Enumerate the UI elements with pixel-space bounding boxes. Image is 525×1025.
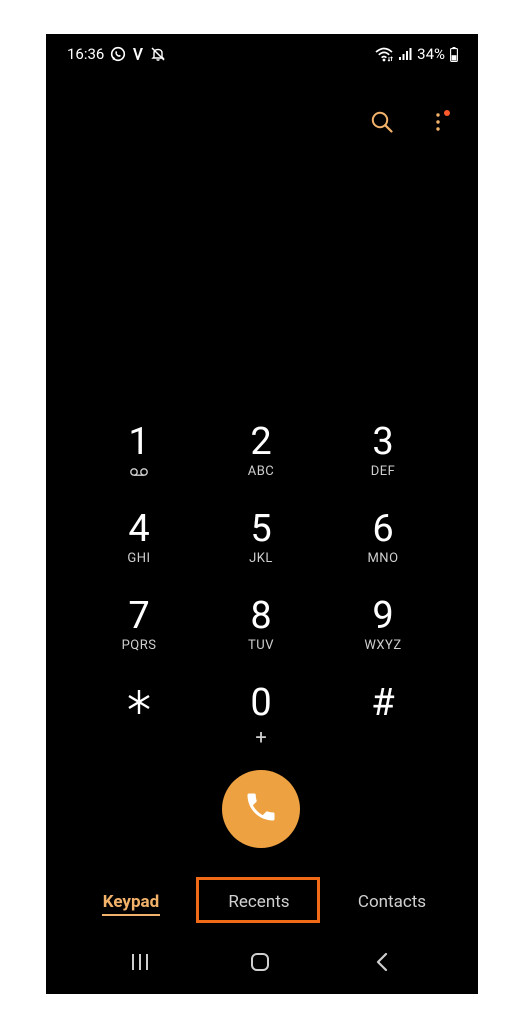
key-digit: 8 bbox=[250, 594, 272, 638]
key-digit: 4 bbox=[128, 507, 150, 551]
key-letters: ABC bbox=[247, 464, 275, 479]
key-6[interactable]: 6 MNO bbox=[322, 507, 444, 594]
key-digit: 9 bbox=[372, 594, 394, 638]
key-letters: PQRS bbox=[121, 638, 157, 653]
phone-icon bbox=[243, 789, 279, 829]
key-digit: 0 bbox=[250, 681, 272, 725]
back-icon bbox=[375, 952, 389, 976]
key-digit: 5 bbox=[250, 507, 272, 551]
recent-apps-icon bbox=[130, 953, 150, 975]
more-vertical-icon bbox=[435, 111, 441, 137]
key-hash[interactable]: # bbox=[322, 681, 444, 768]
key-star[interactable] bbox=[78, 681, 200, 768]
key-digit: 2 bbox=[250, 420, 272, 464]
notification-dot bbox=[444, 110, 450, 116]
key-letters: GHI bbox=[127, 551, 151, 566]
tab-label: Contacts bbox=[357, 892, 427, 912]
active-tab-indicator bbox=[102, 914, 160, 916]
key-3[interactable]: 3 DEF bbox=[322, 420, 444, 507]
home-icon bbox=[250, 952, 270, 976]
viber-icon bbox=[132, 46, 144, 62]
home-button[interactable] bbox=[240, 952, 280, 976]
key-digit: # bbox=[371, 681, 395, 725]
status-left: 16:36 bbox=[67, 45, 166, 63]
key-digit: 1 bbox=[128, 420, 150, 464]
key-letters: WXYZ bbox=[364, 638, 402, 653]
key-7[interactable]: 7 PQRS bbox=[78, 594, 200, 681]
key-letters: MNO bbox=[367, 551, 399, 566]
key-digit: 3 bbox=[372, 420, 394, 464]
key-2[interactable]: 2 ABC bbox=[200, 420, 322, 507]
back-button[interactable] bbox=[362, 952, 402, 976]
key-9[interactable]: 9 WXYZ bbox=[322, 594, 444, 681]
tab-label: Recents bbox=[228, 892, 290, 912]
tab-contacts[interactable]: Contacts bbox=[342, 882, 442, 922]
key-4[interactable]: 4 GHI bbox=[78, 507, 200, 594]
top-actions bbox=[368, 110, 452, 138]
key-8[interactable]: 8 TUV bbox=[200, 594, 322, 681]
key-digit: 6 bbox=[372, 507, 394, 551]
status-bar: 16:36 34% bbox=[46, 34, 478, 74]
key-letters: TUV bbox=[248, 638, 274, 653]
star-icon bbox=[127, 681, 151, 725]
search-button[interactable] bbox=[368, 110, 396, 138]
battery-percent: 34% bbox=[417, 45, 445, 63]
voicemail-icon bbox=[129, 464, 149, 480]
key-plus: + bbox=[255, 725, 267, 749]
key-letters: DEF bbox=[370, 464, 396, 479]
key-digit: 7 bbox=[128, 594, 150, 638]
status-right: 34% bbox=[375, 45, 458, 63]
key-1[interactable]: 1 bbox=[78, 420, 200, 507]
signal-icon bbox=[398, 47, 412, 61]
status-time: 16:36 bbox=[67, 45, 105, 63]
mute-icon bbox=[150, 46, 166, 62]
call-button[interactable] bbox=[222, 770, 300, 848]
key-letters: JKL bbox=[249, 551, 273, 566]
key-5[interactable]: 5 JKL bbox=[200, 507, 322, 594]
wifi-icon bbox=[375, 46, 393, 62]
navigation-bar bbox=[46, 944, 478, 984]
tab-keypad[interactable]: Keypad bbox=[90, 882, 172, 922]
whatsapp-icon bbox=[110, 46, 126, 62]
tab-label: Keypad bbox=[102, 892, 160, 912]
search-icon bbox=[370, 110, 394, 138]
recent-apps-button[interactable] bbox=[120, 952, 160, 976]
battery-icon bbox=[450, 46, 458, 62]
key-0[interactable]: 0 + bbox=[200, 681, 322, 768]
tab-recents[interactable]: Recents bbox=[197, 882, 321, 922]
bottom-tabs: Keypad Recents Contacts bbox=[46, 882, 478, 922]
dial-keypad: 1 2 ABC 3 DEF 4 GHI 5 JKL 6 MNO 7 PQRS 8… bbox=[78, 420, 446, 768]
phone-screen: 16:36 34% 1 2 ABC 3 DEF 4 GHI 5 JKL 6 MN… bbox=[46, 34, 478, 994]
more-options-button[interactable] bbox=[424, 110, 452, 138]
